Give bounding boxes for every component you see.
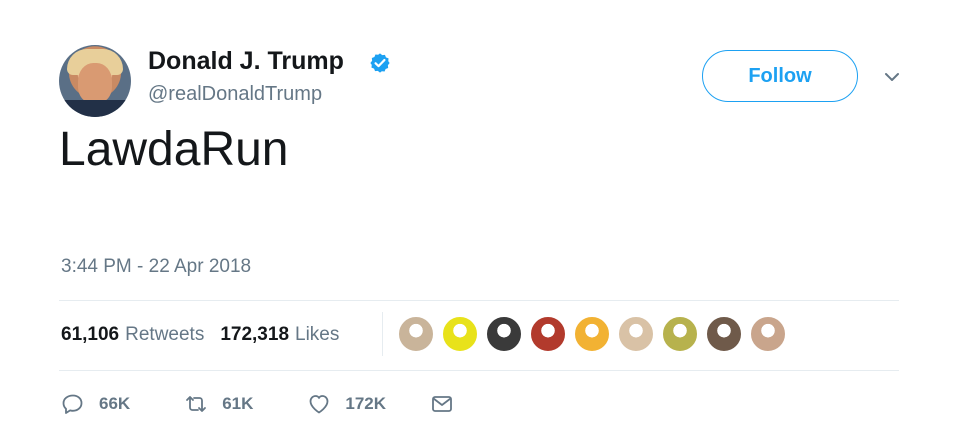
- reply-count: 66K: [99, 394, 131, 413]
- retweet-count: 61K: [222, 394, 254, 413]
- retweet-icon: [186, 396, 207, 412]
- likes-label[interactable]: Likes: [295, 324, 339, 346]
- like-count: 172K: [345, 394, 387, 413]
- liker-avatar-1[interactable]: [398, 316, 434, 352]
- tweet-stats: 61,106 Retweets 172,318 Likes: [61, 322, 339, 348]
- tweet-card: Donald J. Trump @realDonaldTrump Follow …: [0, 0, 960, 428]
- liker-avatar-9[interactable]: [750, 316, 786, 352]
- envelope-icon: [432, 396, 452, 412]
- tweet-timestamp[interactable]: 3:44 PM - 22 Apr 2018: [61, 256, 251, 278]
- liker-avatar-8[interactable]: [706, 316, 742, 352]
- author-name[interactable]: Donald J. Trump: [148, 47, 344, 76]
- liker-avatar-7[interactable]: [662, 316, 698, 352]
- like-button[interactable]: 172K: [307, 388, 386, 420]
- liker-avatar-2[interactable]: [442, 316, 478, 352]
- divider: [59, 370, 899, 371]
- author-handle[interactable]: @realDonaldTrump: [148, 83, 322, 106]
- reply-button[interactable]: 66K: [61, 388, 130, 420]
- tweet-actions: 66K 61K 172K: [61, 388, 454, 420]
- liker-avatar-3[interactable]: [486, 316, 522, 352]
- author-avatar[interactable]: [59, 45, 131, 117]
- retweets-label[interactable]: Retweets: [125, 324, 204, 346]
- reply-icon: [62, 394, 83, 414]
- liker-avatar-4[interactable]: [530, 316, 566, 352]
- stats-separator: [382, 312, 383, 356]
- retweets-count[interactable]: 61,106: [61, 324, 119, 346]
- avatar-face: [78, 63, 112, 103]
- liker-avatar-6[interactable]: [618, 316, 654, 352]
- heart-icon: [309, 395, 329, 414]
- avatar-suit: [59, 100, 131, 117]
- liker-avatar-5[interactable]: [574, 316, 610, 352]
- likes-count[interactable]: 172,318: [220, 324, 289, 346]
- divider: [59, 300, 899, 301]
- chevron-down-icon[interactable]: [880, 65, 904, 89]
- direct-message-button[interactable]: [430, 388, 454, 420]
- follow-button[interactable]: Follow: [702, 50, 858, 102]
- verified-badge-icon: [370, 53, 390, 73]
- retweet-button[interactable]: 61K: [184, 388, 253, 420]
- tweet-text: LawdaRun: [59, 123, 289, 176]
